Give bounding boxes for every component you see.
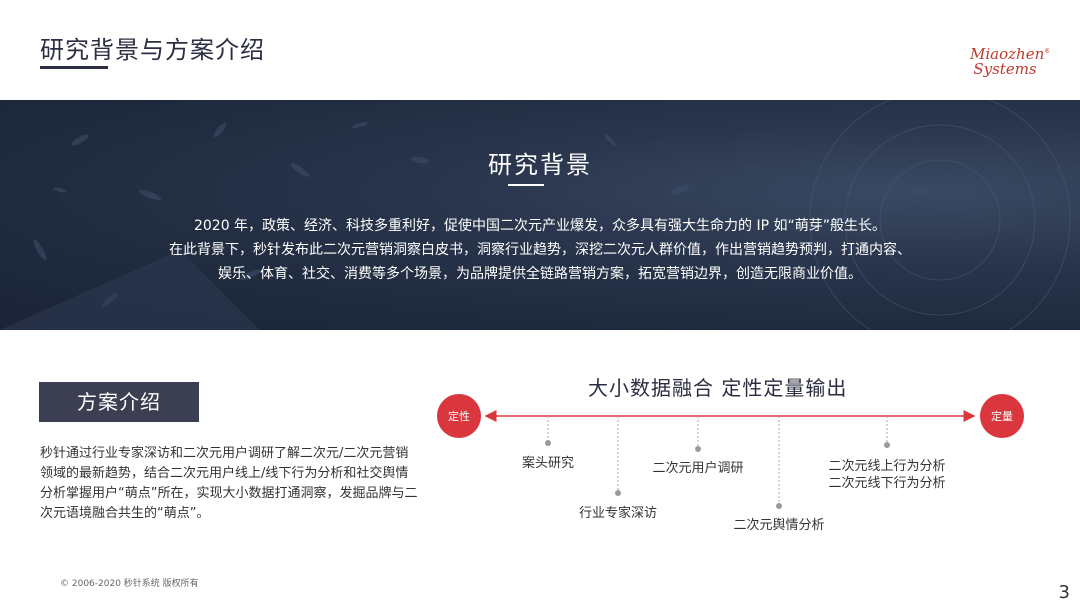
logo-registered-mark: ® <box>1044 48 1051 55</box>
banner-line: 在此背景下，秒针发布此二次元营销洞察白皮书，洞察行业趋势，深挖二次元人群价值，作… <box>169 242 911 258</box>
banner-line: 娱乐、体育、社交、消费等多个场景，为品牌提供全链路营销方案，拓宽营销边界，创造无… <box>218 266 862 282</box>
item-offline-behavior: 二次元线下行为分析 <box>828 475 945 491</box>
banner-body: 2020 年，政策、经济、科技多重利好，促使中国二次元产业爆发，众多具有强大生命… <box>60 214 1020 286</box>
dot-desk-research <box>545 440 551 446</box>
item-expert-interview: 行业专家深访 <box>579 505 657 521</box>
background-banner: 研究背景 2020 年，政策、经济、科技多重利好，促使中国二次元产业爆发，众多具… <box>0 100 1080 330</box>
item-online-behavior: 二次元线上行为分析 <box>828 458 945 474</box>
item-user-survey: 二次元用户调研 <box>652 460 743 476</box>
page-title: 研究背景与方案介绍 <box>40 36 265 64</box>
dot-sentiment-analysis <box>776 503 782 509</box>
miaozhen-logo: Miaozhen® Systems <box>970 44 1050 78</box>
dot-user-survey <box>695 446 701 452</box>
dot-expert-interview <box>615 490 621 496</box>
banner-line: 2020 年，政策、经济、科技多重利好，促使中国二次元产业爆发，众多具有强大生命… <box>193 218 887 234</box>
copyright: © 2006-2020 秒针系统 版权所有 <box>60 579 199 589</box>
plan-description: 秒针通过行业专家深访和二次元用户调研了解二次元/二次元营销领域的最新趋势，结合二… <box>40 446 418 521</box>
logo-line2: Systems <box>973 60 1037 78</box>
page-number: 3 <box>1058 582 1070 603</box>
banner-title: 研究背景 <box>488 151 592 179</box>
plan-section-label: 方案介绍 <box>39 382 199 422</box>
item-sentiment-analysis: 二次元舆情分析 <box>733 517 824 533</box>
title-underline <box>40 66 108 69</box>
quantitative-label: 定量 <box>991 409 1013 423</box>
qualitative-label: 定性 <box>448 409 470 423</box>
dot-behavior-analysis <box>884 442 890 448</box>
method-diagram: 定性 定量 案头研究 行业专家深访 二次元用户调研 二次元舆情分析 二次元线上行… <box>437 394 1024 533</box>
banner-title-rule <box>508 184 544 186</box>
item-desk-research: 案头研究 <box>522 456 574 471</box>
